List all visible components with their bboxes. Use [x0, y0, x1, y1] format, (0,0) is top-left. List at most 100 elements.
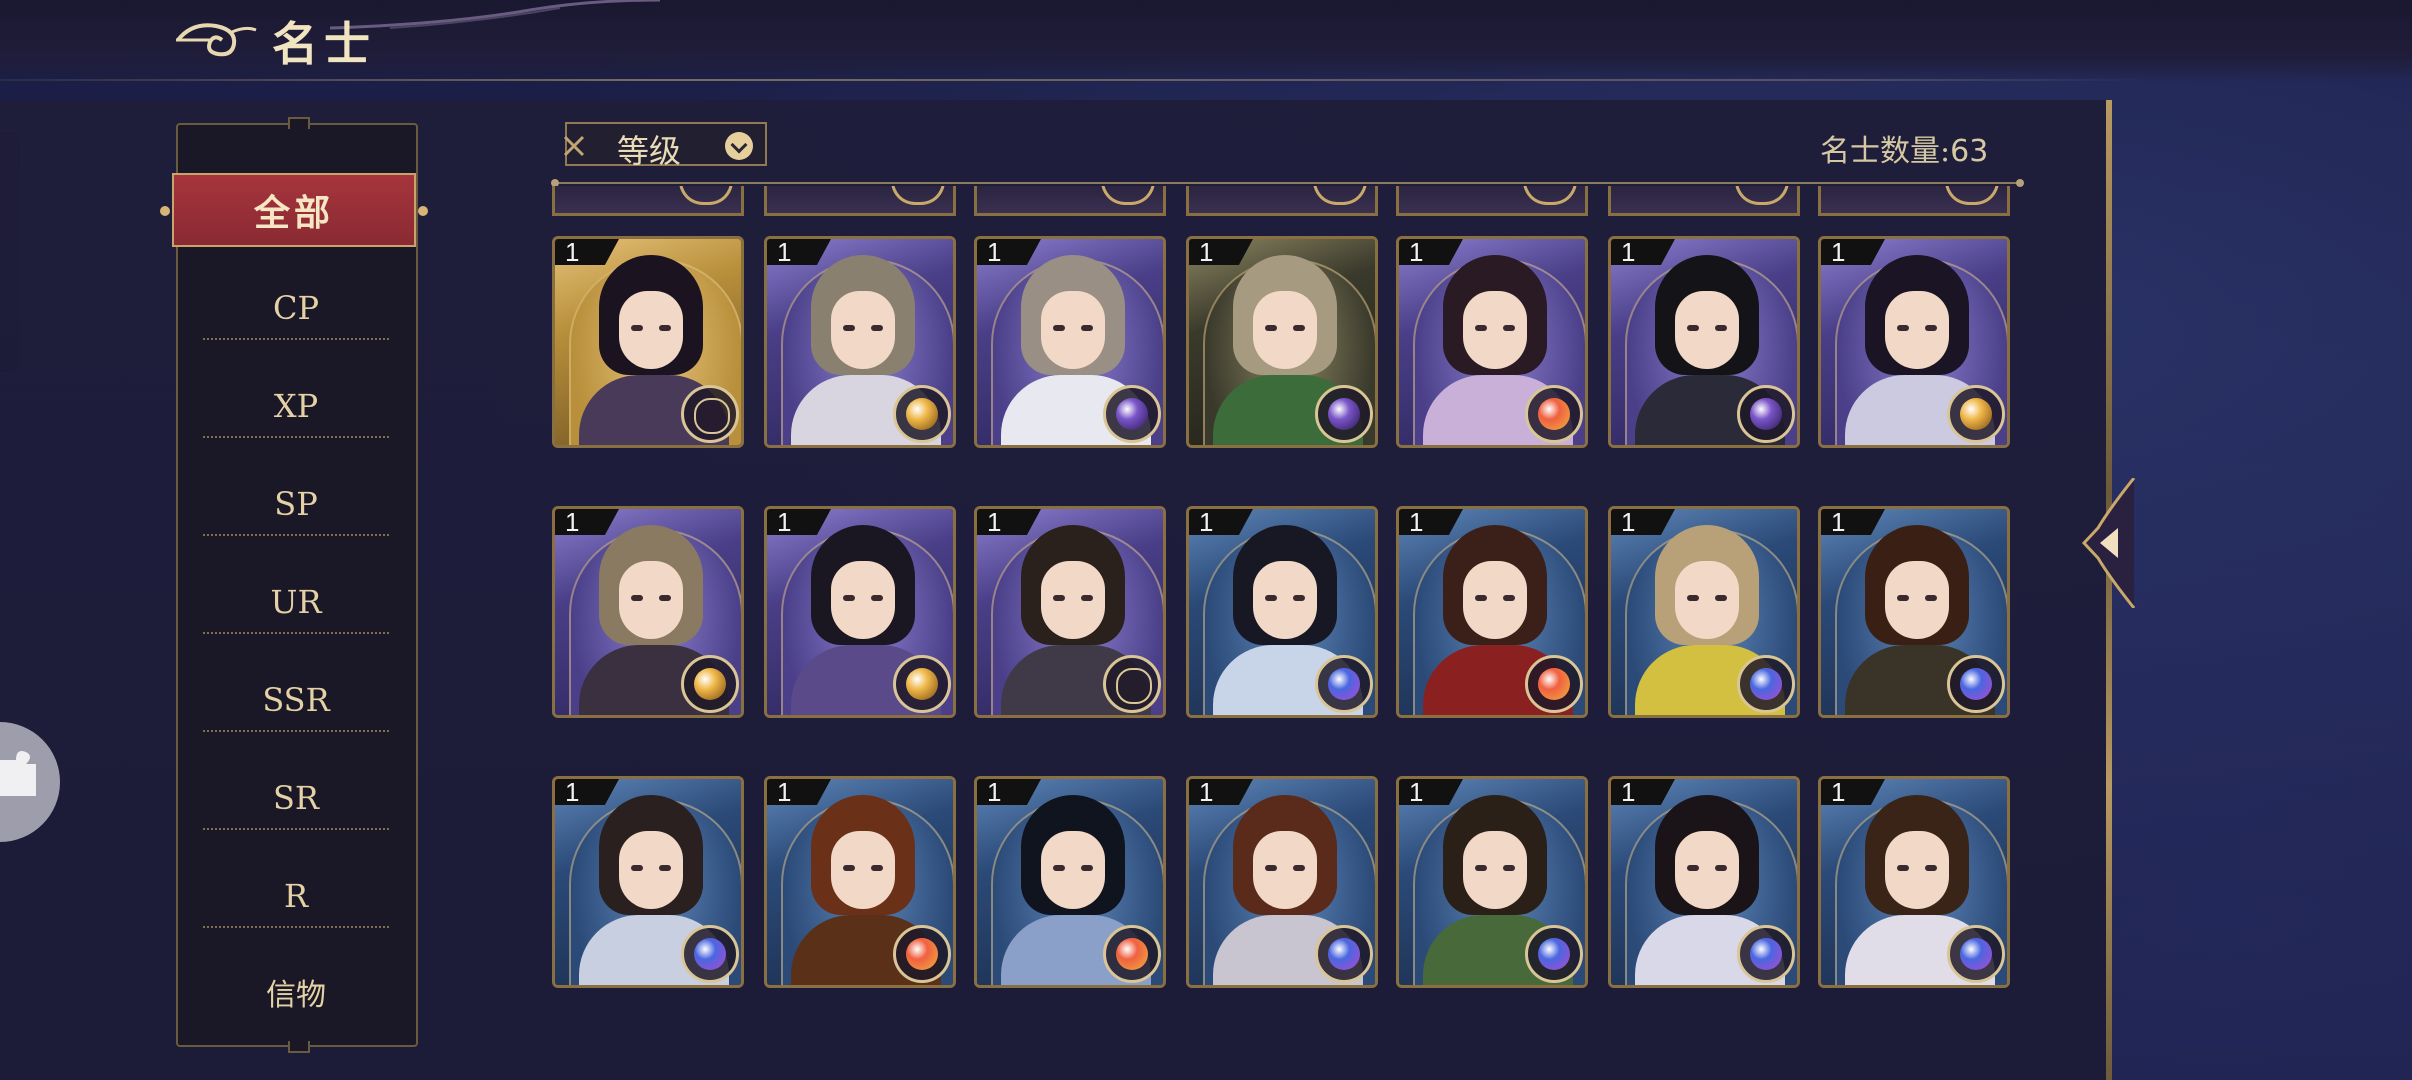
- element-orb-icon: [1103, 385, 1161, 443]
- level-value: 1: [565, 507, 580, 537]
- character-card[interactable]: 1: [1186, 236, 1378, 448]
- character-card[interactable]: 1: [764, 506, 956, 718]
- portrait-eye: [631, 595, 643, 601]
- orb-core: [694, 938, 726, 970]
- portrait-eye: [1687, 325, 1699, 331]
- orb-ring-icon: [891, 186, 945, 205]
- compass-icon: [1103, 655, 1161, 713]
- portrait-eye: [1081, 595, 1093, 601]
- orb-core: [1960, 938, 1992, 970]
- character-card[interactable]: 1: [552, 506, 744, 718]
- level-value: 1: [1621, 507, 1636, 537]
- character-card[interactable]: 1: [1396, 506, 1588, 718]
- portrait-eye: [871, 325, 883, 331]
- portrait-eye: [1687, 865, 1699, 871]
- partial-character-card[interactable]: [1818, 186, 2010, 216]
- level-value: 1: [987, 777, 1002, 807]
- character-card[interactable]: 1: [974, 236, 1166, 448]
- character-card[interactable]: 1: [1186, 506, 1378, 718]
- portrait-face: [1463, 831, 1527, 909]
- cloud-ornament-icon: [330, 0, 660, 30]
- category-ur-tab[interactable]: UR: [203, 572, 389, 634]
- character-card[interactable]: 1: [1608, 506, 1800, 718]
- level-value: 1: [1199, 237, 1214, 267]
- portrait-eye: [1081, 865, 1093, 871]
- partial-character-card[interactable]: [1608, 186, 1800, 216]
- level-value: 1: [1409, 237, 1424, 267]
- character-card[interactable]: 1: [1186, 776, 1378, 988]
- level-value: 1: [1409, 507, 1424, 537]
- character-card[interactable]: 1: [974, 776, 1166, 988]
- portrait-face: [1675, 561, 1739, 639]
- portrait-face: [1041, 561, 1105, 639]
- chevron-down-icon[interactable]: [725, 132, 753, 160]
- category-all-tab[interactable]: 全部: [160, 173, 428, 247]
- orb-core: [906, 938, 938, 970]
- character-card[interactable]: 1: [552, 236, 744, 448]
- partial-character-card[interactable]: [974, 186, 1166, 216]
- orb-core: [1538, 398, 1570, 430]
- portrait-eye: [1475, 595, 1487, 601]
- partial-character-card[interactable]: [1396, 186, 1588, 216]
- sidebar-notch: [288, 1041, 310, 1053]
- portrait-eye: [1475, 325, 1487, 331]
- orb-core: [1750, 398, 1782, 430]
- portrait-face: [1885, 291, 1949, 369]
- element-orb-icon: [893, 925, 951, 983]
- category-ssr-tab[interactable]: SSR: [203, 670, 389, 732]
- collapse-arrow-icon[interactable]: [2080, 478, 2136, 608]
- category-sp-tab[interactable]: SP: [203, 474, 389, 536]
- portrait-face: [1885, 561, 1949, 639]
- orb-core: [1538, 938, 1570, 970]
- sort-dropdown[interactable]: 等级: [563, 122, 767, 170]
- category-cp-tab[interactable]: CP: [203, 278, 389, 340]
- portrait-face: [1885, 831, 1949, 909]
- element-orb-icon: [893, 385, 951, 443]
- portrait-eye: [1265, 865, 1277, 871]
- element-orb-icon: [1737, 385, 1795, 443]
- header-divider: [0, 79, 2150, 81]
- orb-core: [1116, 938, 1148, 970]
- character-card[interactable]: 1: [1608, 236, 1800, 448]
- orb-ring-icon: [679, 186, 733, 205]
- swirl-back-icon[interactable]: [172, 16, 262, 62]
- level-value: 1: [987, 237, 1002, 267]
- element-orb-icon: [1525, 925, 1583, 983]
- character-card[interactable]: 1: [1396, 236, 1588, 448]
- portrait-eye: [843, 865, 855, 871]
- element-orb-icon: [893, 655, 951, 713]
- portrait-eye: [1897, 595, 1909, 601]
- category-token-tab[interactable]: 信物: [203, 962, 389, 1022]
- puzzle-icon: [0, 751, 36, 796]
- element-orb-icon: [1947, 925, 2005, 983]
- character-card[interactable]: 1: [1818, 776, 2010, 988]
- orb-ring-icon: [1101, 186, 1155, 205]
- portrait-face: [1253, 831, 1317, 909]
- sidebar-notch: [288, 117, 310, 129]
- portrait-eye: [1897, 865, 1909, 871]
- category-sr-tab[interactable]: SR: [203, 768, 389, 830]
- partial-character-card[interactable]: [764, 186, 956, 216]
- character-card[interactable]: 1: [1818, 506, 2010, 718]
- category-r-tab[interactable]: R: [203, 866, 389, 928]
- level-value: 1: [565, 237, 580, 267]
- category-xp-tab[interactable]: XP: [203, 376, 389, 438]
- character-grid: 1 1 1 1 1 1 1 1 1 1 1 1 1 1 1 1 1 1 1 1 1: [552, 186, 2012, 1036]
- portrait-face: [1675, 831, 1739, 909]
- character-card[interactable]: 1: [1608, 776, 1800, 988]
- portrait-eye: [1053, 325, 1065, 331]
- partial-character-card[interactable]: [1186, 186, 1378, 216]
- orb-core: [1328, 668, 1360, 700]
- count-label: 名士数量:: [1820, 134, 1951, 169]
- character-card[interactable]: 1: [764, 236, 956, 448]
- partial-character-card[interactable]: [552, 186, 744, 216]
- character-card[interactable]: 1: [1818, 236, 2010, 448]
- level-value: 1: [1831, 777, 1846, 807]
- orb-core: [1960, 668, 1992, 700]
- character-card[interactable]: 1: [552, 776, 744, 988]
- element-orb-icon: [1525, 655, 1583, 713]
- character-card[interactable]: 1: [764, 776, 956, 988]
- level-value: 1: [1199, 777, 1214, 807]
- character-card[interactable]: 1: [974, 506, 1166, 718]
- character-card[interactable]: 1: [1396, 776, 1588, 988]
